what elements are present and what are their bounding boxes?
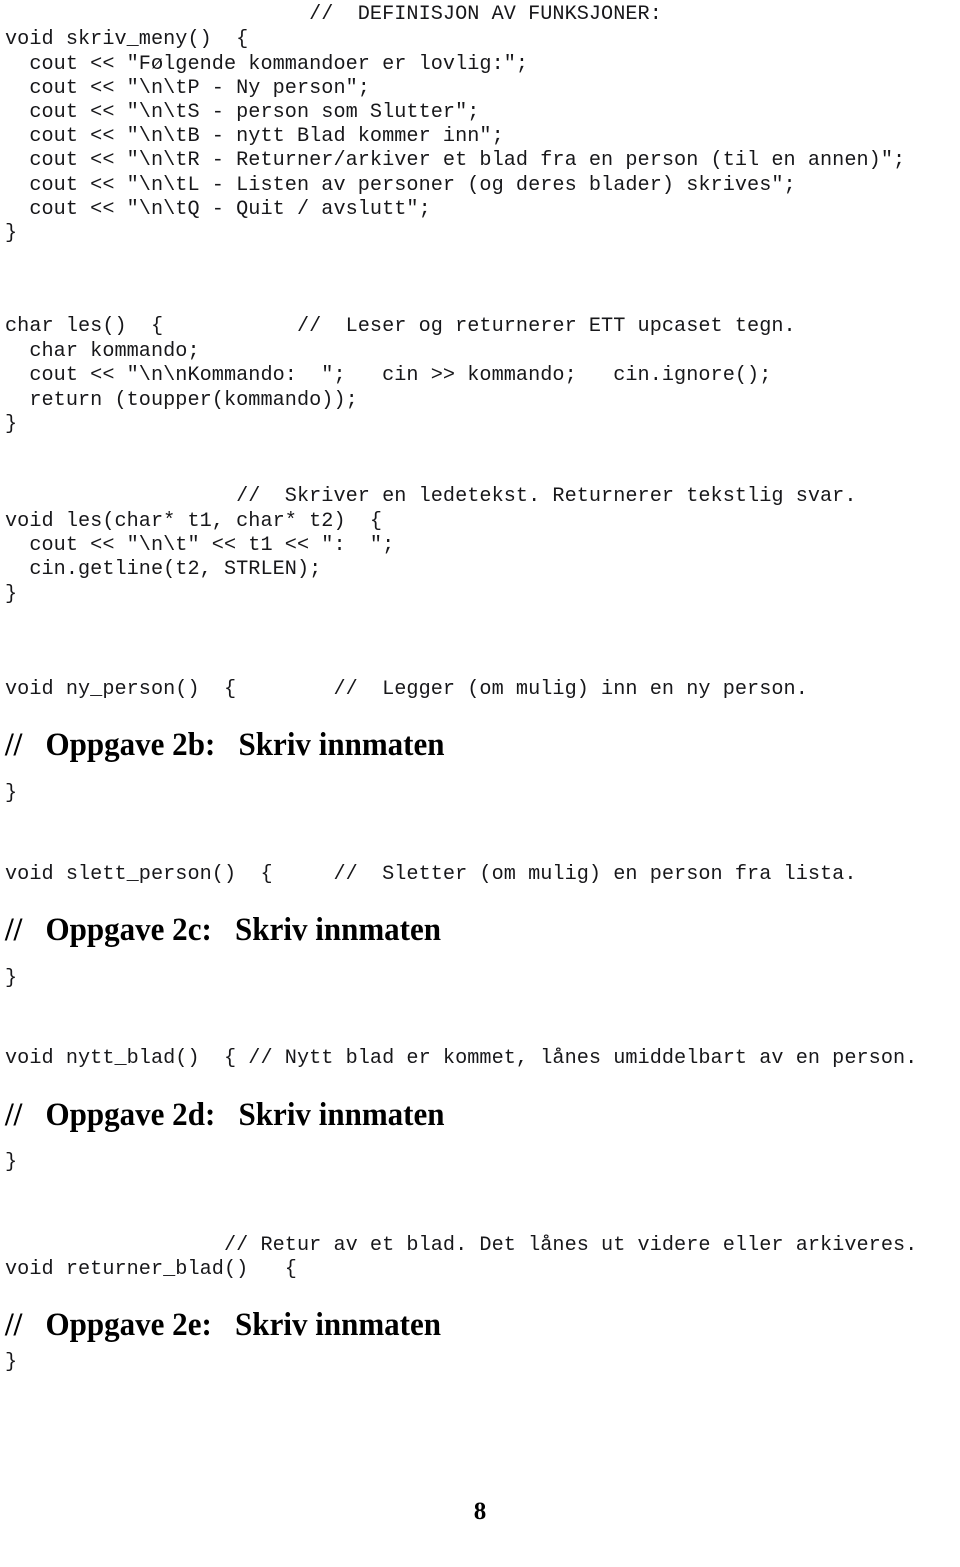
code-line: } — [5, 222, 18, 245]
code-line: void ny_person() { // Legger (om mulig) … — [5, 678, 808, 701]
code-line: // Retur av et blad. Det lånes ut videre… — [5, 1234, 918, 1257]
code-line: void returner_blad() { — [5, 1258, 297, 1281]
task-heading-2c: // Oppgave 2c: Skriv innmaten — [5, 912, 442, 948]
code-line: char les() { // Leser og returnerer ETT … — [5, 315, 796, 338]
code-line: void les(char* t1, char* t2) { — [5, 510, 383, 533]
document-page: // DEFINISJON AV FUNKSJONER: void skriv_m… — [0, 0, 960, 1567]
code-line: } — [5, 1151, 18, 1174]
code-line: cout << "\n\tP - Ny person"; — [5, 77, 370, 100]
code-line: cout << "\n\tL - Listen av personer (og … — [5, 174, 796, 197]
task-heading-2e: // Oppgave 2e: Skriv innmaten — [5, 1307, 442, 1343]
code-line: void nytt_blad() { // Nytt blad er komme… — [5, 1047, 918, 1070]
code-line: char kommando; — [5, 340, 200, 363]
code-line: return (toupper(kommando)); — [5, 389, 358, 412]
code-line: // DEFINISJON AV FUNKSJONER: — [5, 3, 662, 26]
code-line: cout << "\n\nKommando: "; cin >> kommand… — [5, 364, 772, 387]
code-line: // Skriver en ledetekst. Returnerer teks… — [5, 485, 857, 508]
code-line: cout << "\n\t" << t1 << ": "; — [5, 534, 395, 557]
code-line: cout << "\n\tS - person som Slutter"; — [5, 101, 480, 124]
task-heading-2d: // Oppgave 2d: Skriv innmaten — [5, 1097, 445, 1133]
code-line: cout << "\n\tB - nytt Blad kommer inn"; — [5, 125, 504, 148]
code-line: } — [5, 413, 18, 436]
code-line: void slett_person() { // Sletter (om mul… — [5, 863, 857, 886]
code-line: } — [5, 1351, 18, 1374]
page-number: 8 — [473, 1498, 487, 1525]
code-line: } — [5, 583, 18, 606]
code-line: cout << "Følgende kommandoer er lovlig:"… — [5, 53, 529, 76]
code-line: } — [5, 967, 18, 990]
code-line: } — [5, 782, 18, 805]
code-line: cout << "\n\tQ - Quit / avslutt"; — [5, 198, 431, 221]
code-line: cin.getline(t2, STRLEN); — [5, 558, 322, 581]
code-line: cout << "\n\tR - Returner/arkiver et bla… — [5, 149, 906, 172]
task-heading-2b: // Oppgave 2b: Skriv innmaten — [5, 727, 445, 763]
code-line: void skriv_meny() { — [5, 28, 249, 51]
